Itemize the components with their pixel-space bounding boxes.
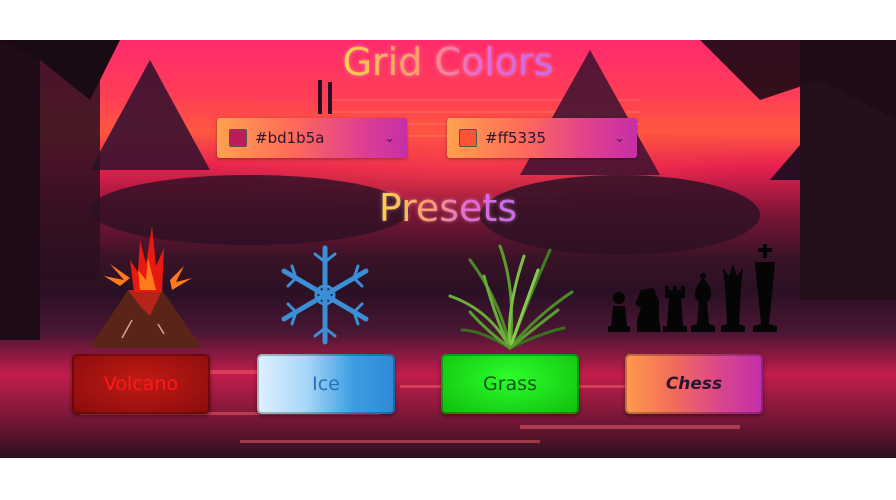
preset-label: Volcano [103, 373, 179, 395]
preset-chess-button[interactable]: Chess [625, 354, 763, 414]
grass-icon [448, 244, 574, 350]
presets-title: Presets [378, 186, 518, 230]
color-swatch [459, 129, 477, 147]
chevron-down-icon[interactable]: ⌄ [614, 131, 625, 146]
color-value: #bd1b5a [255, 129, 325, 147]
snowflake-icon [281, 245, 369, 345]
grid-color-picker-2[interactable]: #ff5335 ⌄ [447, 118, 637, 158]
volcano-icon [90, 226, 202, 348]
color-value: #ff5335 [485, 129, 547, 147]
preset-ice-button[interactable]: Ice [257, 354, 395, 414]
grid-colors-title: Grid Colors [342, 40, 554, 84]
app-window: Grid Colors #bd1b5a ⌄ #ff5335 ⌄ Presets [0, 40, 896, 458]
grid-color-picker-1[interactable]: #bd1b5a ⌄ [217, 118, 407, 158]
chevron-down-icon[interactable]: ⌄ [384, 131, 395, 146]
preset-volcano-button[interactable]: Volcano [72, 354, 210, 414]
preset-label: Grass [483, 373, 537, 395]
chess-pieces-icon [608, 244, 777, 332]
color-swatch [229, 129, 247, 147]
preset-label: Chess [665, 374, 723, 394]
preset-grass-button[interactable]: Grass [441, 354, 579, 414]
preset-label: Ice [312, 373, 340, 395]
